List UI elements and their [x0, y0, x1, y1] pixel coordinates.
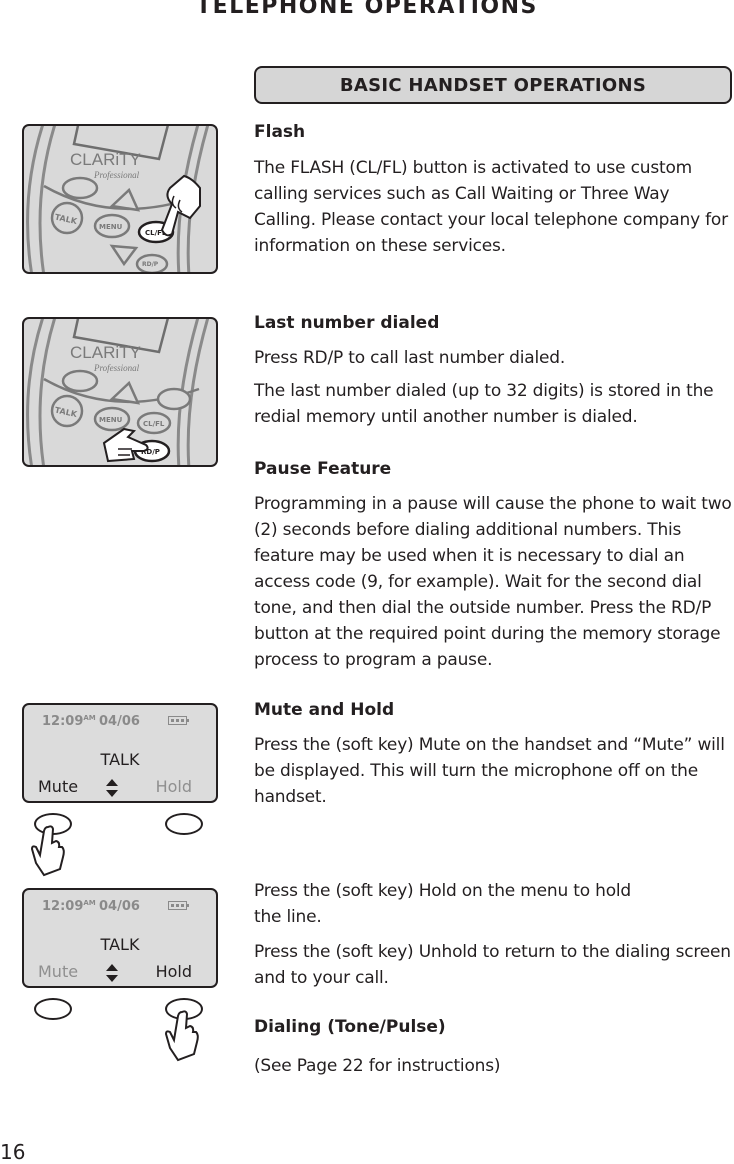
svg-text:CL/FL: CL/FL [143, 420, 165, 428]
page-title: TELEPHONE OPERATIONS [196, 0, 538, 19]
text-unhold: Press the (soft key) Unhold to return to… [254, 942, 731, 988]
softkey-label-mute: Mute [38, 777, 79, 796]
svg-text:MENU: MENU [99, 223, 123, 231]
svg-text:Professional: Professional [93, 170, 140, 180]
pressing-hand-icon [164, 1010, 199, 1062]
brand-logo: CLARiTY [70, 150, 141, 169]
text-dialing: (See Page 22 for instructions) [254, 1056, 501, 1076]
up-down-arrows-icon [106, 779, 118, 797]
svg-text:MENU: MENU [99, 416, 123, 424]
section-header: BASIC HANDSET OPERATIONS [254, 66, 732, 104]
text-last-number-2: The last number dialed (up to 32 digits)… [254, 381, 714, 427]
battery-icon [168, 901, 189, 910]
text-mute: Press the (soft key) Mute on the handset… [254, 735, 725, 807]
heading-pause: Pause Feature [254, 459, 392, 479]
softkey-label-hold: Hold [155, 962, 192, 981]
svg-text:RD/P: RD/P [142, 261, 159, 268]
softkey-label-mute: Mute [38, 962, 79, 981]
text-pause: Programming in a pause will cause the ph… [254, 494, 732, 670]
heading-flash: Flash [254, 122, 306, 142]
handset-redial-figure: CLARiTY Professional TALK MENU CL/FL RD/… [22, 317, 218, 467]
heading-dialing: Dialing (Tone/Pulse) [254, 1017, 446, 1037]
heading-last-number: Last number dialed [254, 313, 440, 333]
up-down-arrows-icon [106, 964, 118, 982]
lcd-screen-mute: 12:09AM 04/06 TALK Mute Hold [22, 703, 218, 803]
left-softkey-button [34, 998, 72, 1020]
right-softkey-button [165, 813, 203, 835]
lcd-screen-hold: 12:09AM 04/06 TALK Mute Hold [22, 888, 218, 988]
brand-logo: CLARiTY [70, 343, 141, 362]
handset-flash-figure: CLARiTY Professional TALK MENU RD/P CL/F… [22, 124, 218, 274]
pressing-hand-icon [30, 825, 65, 877]
svg-text:Professional: Professional [93, 363, 140, 373]
text-hold: Press the (soft key) Hold on the menu to… [254, 881, 632, 927]
text-last-number-1: Press RD/P to call last number dialed. [254, 348, 566, 368]
battery-icon [168, 716, 189, 725]
text-flash: The FLASH (CL/FL) button is activated to… [254, 158, 728, 256]
softkey-label-hold: Hold [155, 777, 192, 796]
page-number: 16 [0, 1140, 26, 1164]
heading-mute-hold: Mute and Hold [254, 700, 395, 720]
